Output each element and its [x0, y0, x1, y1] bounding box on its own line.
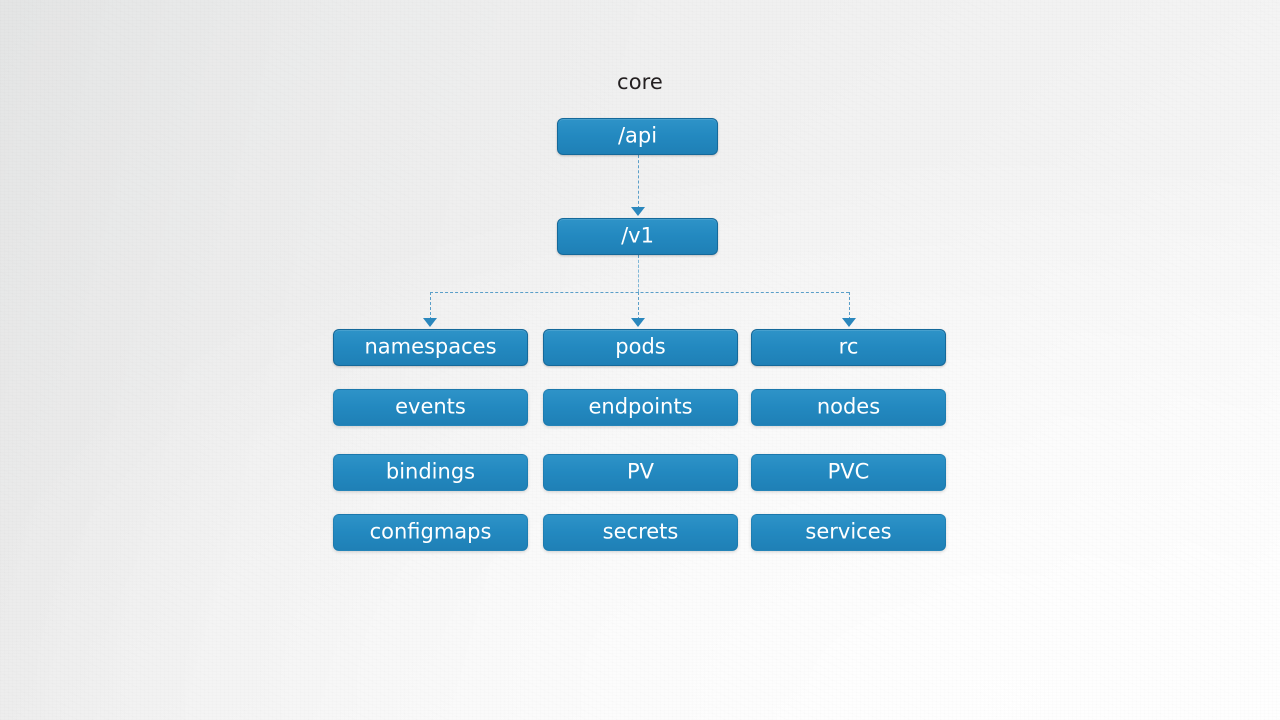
node-label: endpoints — [588, 394, 693, 419]
node-label: /v1 — [621, 223, 654, 248]
node-api[interactable]: /api — [557, 118, 718, 155]
node-bindings[interactable]: bindings — [333, 454, 528, 491]
node-label: rc — [838, 334, 859, 359]
node-label: pods — [615, 334, 666, 359]
node-label: /api — [617, 123, 658, 148]
node-label: bindings — [385, 459, 476, 484]
node-nodes[interactable]: nodes — [751, 389, 946, 426]
node-rc[interactable]: rc — [751, 329, 946, 366]
node-label: configmaps — [369, 519, 492, 544]
node-configmaps[interactable]: configmaps — [333, 514, 528, 551]
node-label: events — [395, 394, 466, 419]
node-v1[interactable]: /v1 — [557, 218, 718, 255]
node-namespaces[interactable]: namespaces — [333, 329, 528, 366]
node-pods[interactable]: pods — [543, 329, 738, 366]
node-label: secrets — [602, 519, 679, 544]
node-endpoints[interactable]: endpoints — [543, 389, 738, 426]
node-layer: /api/v1 namespaces events bindings configmap… — [0, 0, 1280, 720]
node-pv[interactable]: PV — [543, 454, 738, 491]
node-label: services — [805, 519, 892, 544]
node-services[interactable]: services — [751, 514, 946, 551]
node-label: PVC — [827, 459, 870, 484]
node-events[interactable]: events — [333, 389, 528, 426]
node-label: nodes — [816, 394, 881, 419]
node-pvc[interactable]: PVC — [751, 454, 946, 491]
diagram-canvas: core /api/v1 namespaces events bindings conf… — [0, 0, 1280, 720]
node-label: namespaces — [364, 334, 497, 359]
node-label: PV — [626, 459, 655, 484]
node-secrets[interactable]: secrets — [543, 514, 738, 551]
